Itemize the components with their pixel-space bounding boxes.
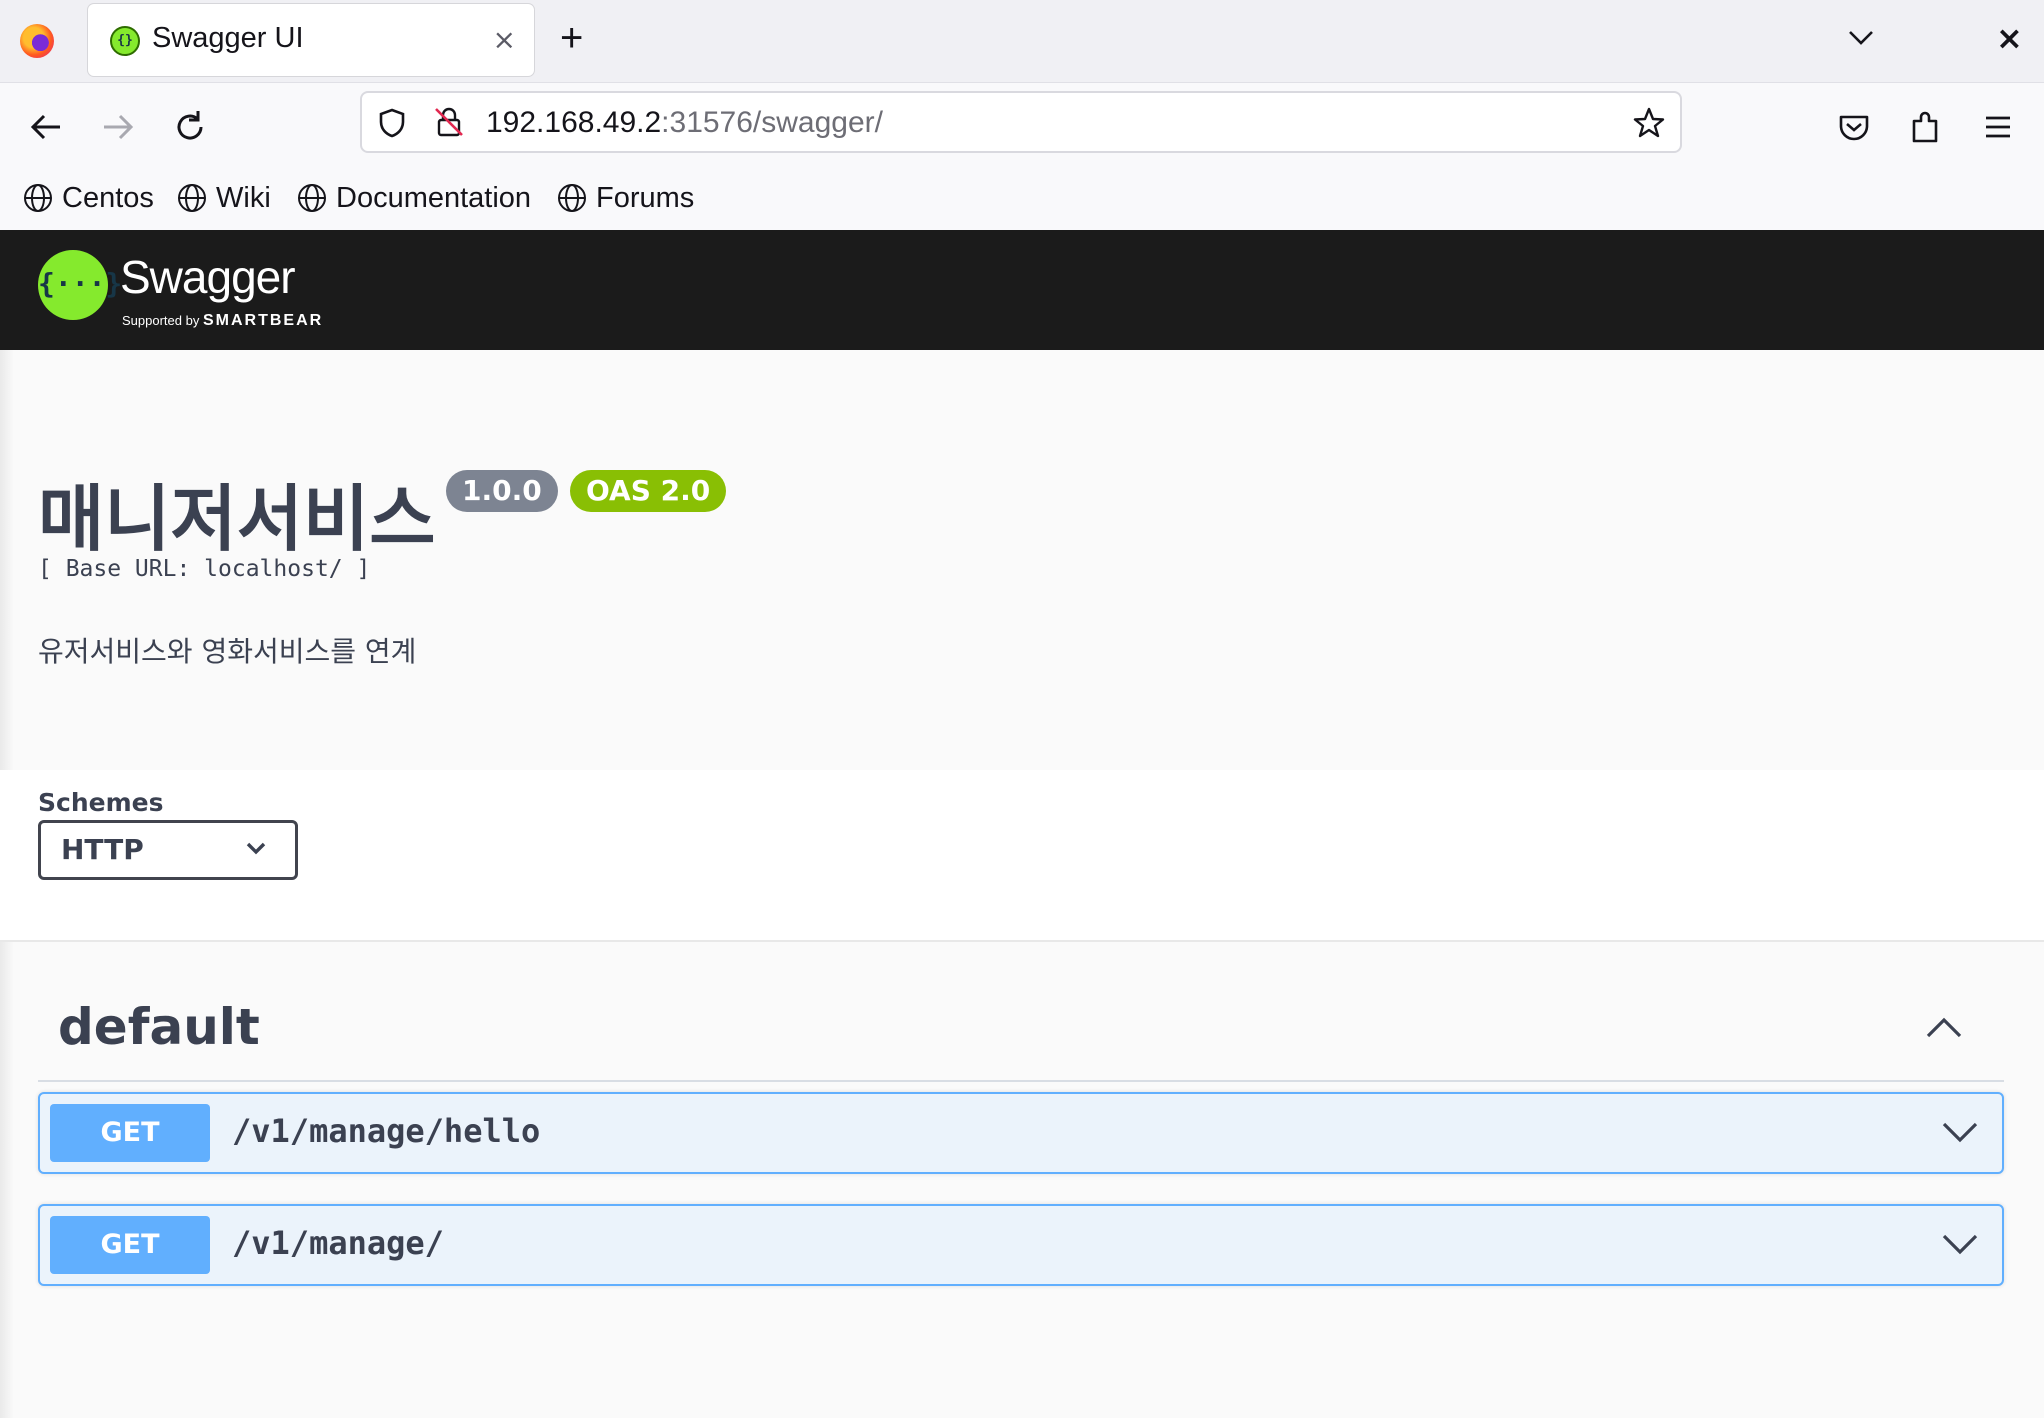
browser-tab-bar: {} Swagger UI × + ×	[0, 0, 2044, 82]
globe-icon	[558, 184, 586, 212]
globe-icon	[298, 184, 326, 212]
url-text[interactable]: 192.168.49.2:31576/swagger/	[486, 106, 883, 140]
chevron-down-icon	[246, 842, 266, 855]
reload-icon[interactable]	[170, 107, 210, 147]
swagger-favicon-icon: {}	[110, 26, 140, 56]
bookmarks-toolbar: Centos Wiki Documentation Forums	[0, 168, 2044, 231]
operation-get-manage[interactable]: GET /v1/manage/	[38, 1204, 2004, 1286]
pocket-icon[interactable]	[1834, 107, 1874, 147]
tag-section-default[interactable]: default	[38, 980, 2004, 1082]
schemes-selected-value: HTTP	[61, 833, 144, 866]
bookmark-label: Wiki	[216, 181, 271, 214]
bookmark-label: Centos	[62, 181, 154, 214]
back-arrow-icon[interactable]	[26, 107, 66, 147]
swagger-brand[interactable]: Swagger	[120, 250, 296, 304]
bookmark-label: Forums	[596, 181, 695, 214]
http-method-badge: GET	[50, 1216, 210, 1274]
tab-close-icon[interactable]: ×	[493, 22, 516, 58]
operation-path: /v1/manage/	[232, 1224, 444, 1262]
api-title: 매니저서비스	[38, 477, 436, 561]
smartbear-label: SMARTBEAR	[202, 312, 324, 329]
browser-tab-swagger[interactable]: {} Swagger UI ×	[88, 4, 534, 76]
chevron-down-icon[interactable]	[1940, 1118, 1980, 1148]
url-bar[interactable]: 192.168.49.2:31576/swagger/	[360, 91, 1682, 153]
http-method-badge: GET	[50, 1104, 210, 1162]
insecure-lock-icon[interactable]	[432, 105, 466, 139]
url-host: 192.168.49.2	[486, 106, 662, 139]
browser-nav-bar: 192.168.49.2:31576/swagger/	[0, 82, 2044, 169]
version-badge: 1.0.0	[446, 470, 558, 512]
chevron-down-icon[interactable]	[1940, 1230, 1980, 1260]
api-description: 유저서비스와 영화서비스를 연계	[38, 635, 417, 668]
base-url: [ Base URL: localhost/ ]	[38, 556, 371, 582]
operation-get-hello[interactable]: GET /v1/manage/hello	[38, 1092, 2004, 1174]
tab-title: Swagger UI	[152, 22, 304, 54]
bookmark-star-icon[interactable]	[1632, 106, 1666, 140]
tag-name: default	[58, 998, 260, 1056]
new-tab-button[interactable]: +	[560, 18, 583, 58]
schemes-section: Schemes HTTP	[0, 770, 2044, 942]
forward-arrow-icon[interactable]	[98, 107, 138, 147]
bookmark-label: Documentation	[336, 181, 532, 214]
operation-path: /v1/manage/hello	[232, 1112, 541, 1150]
supported-by-text: Supported by SMARTBEAR	[122, 312, 323, 330]
firefox-logo-icon[interactable]	[20, 24, 54, 58]
tracking-shield-icon[interactable]	[376, 107, 408, 139]
schemes-select[interactable]: HTTP	[38, 820, 298, 880]
schemes-label: Schemes	[38, 788, 164, 817]
hamburger-menu-icon[interactable]	[1978, 107, 2018, 147]
bookmark-forums[interactable]: Forums	[556, 176, 694, 220]
swagger-logo-icon[interactable]: {···}	[38, 250, 122, 320]
globe-icon	[24, 184, 52, 212]
bookmark-documentation[interactable]: Documentation	[296, 176, 531, 220]
url-path: :31576/swagger/	[661, 106, 883, 139]
extensions-puzzle-icon[interactable]	[1906, 107, 1946, 147]
bookmark-wiki[interactable]: Wiki	[176, 176, 271, 220]
swagger-topbar: {···} Swagger Supported by SMARTBEAR	[0, 230, 2044, 350]
window-close-icon[interactable]: ×	[1996, 18, 2023, 58]
bookmark-centos[interactable]: Centos	[22, 176, 154, 220]
supported-by-label: Supported by	[122, 313, 200, 328]
spec-version-badge: OAS 2.0	[570, 470, 727, 512]
globe-icon	[178, 184, 206, 212]
list-all-tabs-chevron-icon[interactable]	[1846, 22, 1876, 52]
chevron-up-icon[interactable]	[1924, 1012, 1964, 1042]
